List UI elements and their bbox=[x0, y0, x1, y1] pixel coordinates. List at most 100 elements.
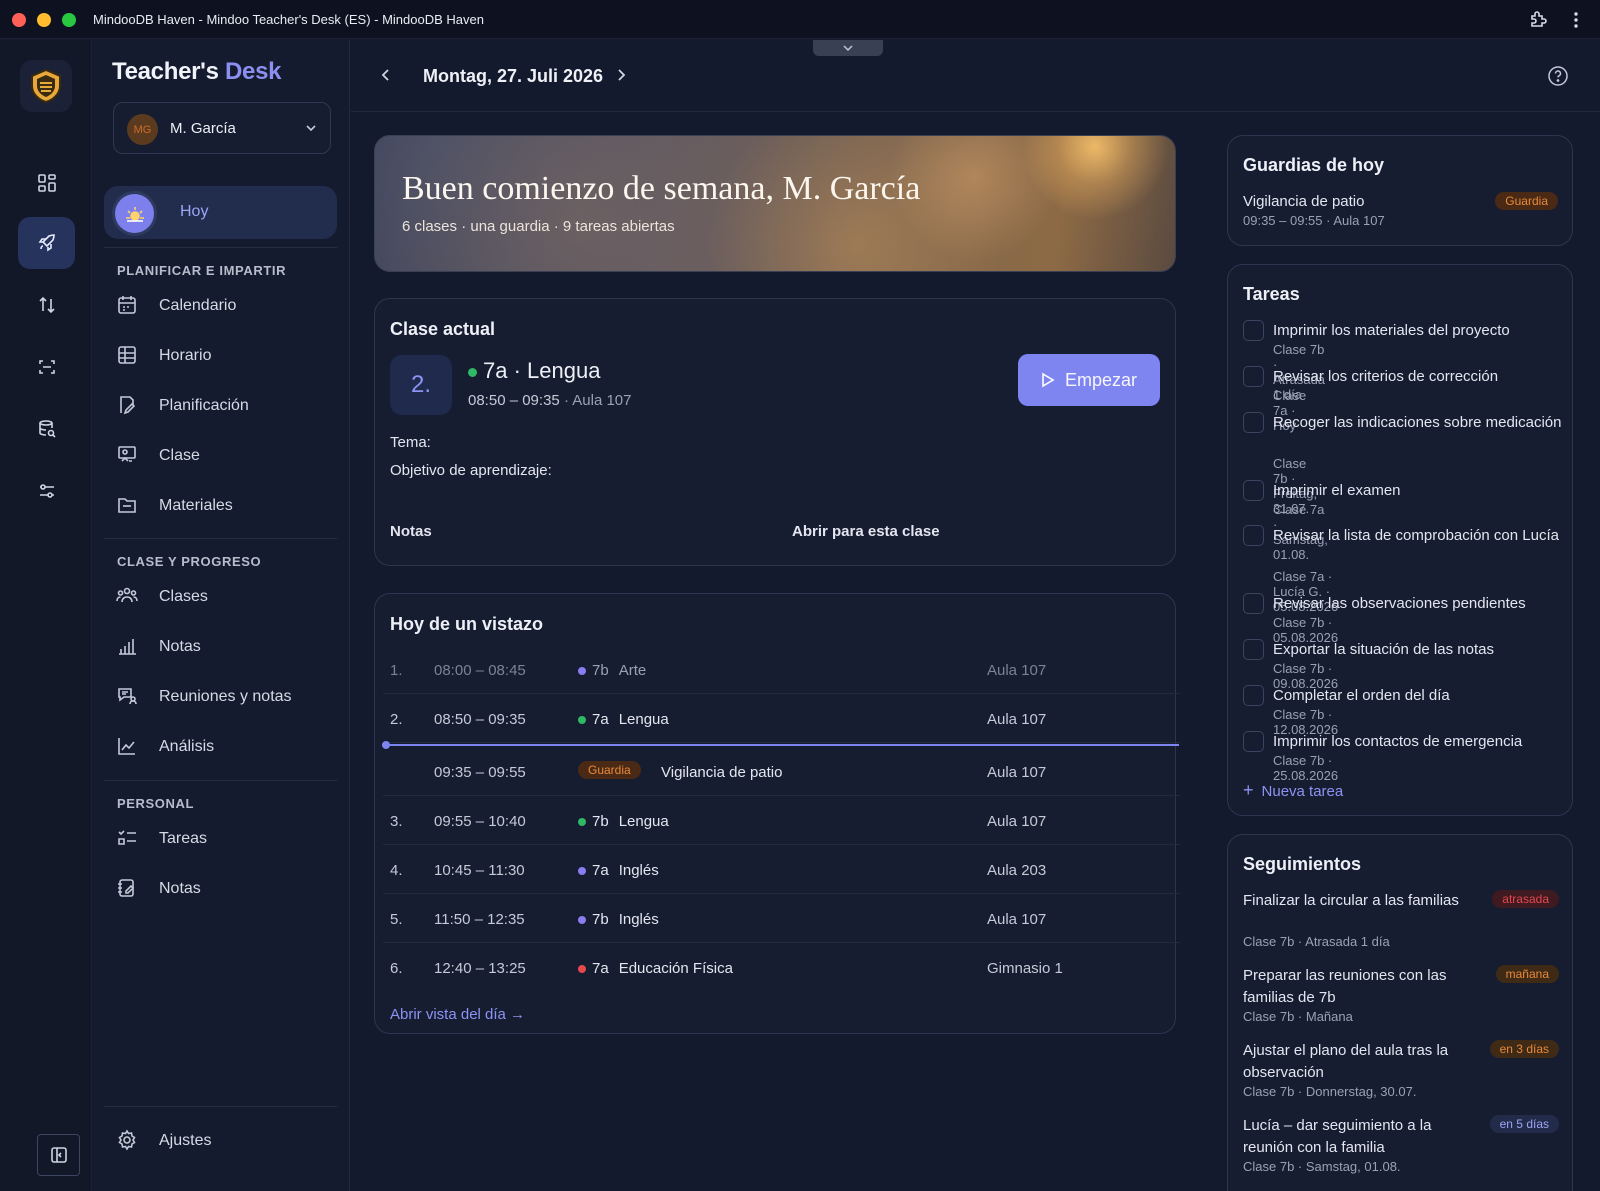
status-dot bbox=[578, 867, 586, 875]
task-checkbox[interactable] bbox=[1243, 366, 1264, 387]
sidebar: Teacher's Desk MG M. García Hoy PLANIFIC… bbox=[92, 40, 350, 1191]
table-row[interactable]: 2. 08:50 – 09:35 7a Lengua Aula 107 bbox=[383, 695, 1180, 743]
task-checkbox[interactable] bbox=[1243, 525, 1264, 546]
more-vertical-icon[interactable] bbox=[1572, 10, 1580, 30]
sidebar-item-label: Notas bbox=[159, 880, 201, 897]
section-heading-plan: PLANIFICAR E IMPARTIR bbox=[117, 263, 287, 278]
rail-database-search-icon[interactable] bbox=[18, 403, 75, 455]
table-row[interactable]: 6. 12:40 – 13:25 7a Educación Física Gimn… bbox=[383, 944, 1180, 992]
pull-tab-chevron-icon[interactable] bbox=[813, 40, 883, 56]
sidebar-item-label: Horario bbox=[159, 347, 212, 364]
rail-dashboard-icon[interactable] bbox=[18, 157, 75, 209]
table-row-duty[interactable]: 09:35 – 09:55 Guardia Vigilancia de pati… bbox=[383, 748, 1180, 796]
divider bbox=[104, 780, 337, 781]
folder-icon bbox=[116, 494, 138, 516]
play-icon bbox=[1042, 372, 1055, 388]
open-day-view-link[interactable]: Abrir vista del día → bbox=[390, 1006, 525, 1023]
lesson-number-badge: 2. bbox=[390, 355, 452, 415]
toggle-sidebar-icon[interactable] bbox=[37, 1134, 80, 1176]
document-edit-icon bbox=[116, 394, 138, 416]
section-heading-personal: PERSONAL bbox=[117, 796, 195, 811]
minimize-window-button[interactable] bbox=[37, 13, 51, 27]
user-selector[interactable]: MG M. García bbox=[113, 102, 331, 154]
card-title: Clase actual bbox=[390, 319, 496, 339]
status-dot bbox=[578, 667, 586, 675]
sidebar-item-label: Ajustes bbox=[159, 1132, 212, 1149]
sidebar-item-calendar[interactable]: Calendario bbox=[116, 291, 336, 321]
current-class-card: Clase actual 2. 7a · Lengua 08:50 – 09:3… bbox=[374, 298, 1176, 566]
status-dot bbox=[578, 916, 586, 924]
start-class-button[interactable]: Empezar bbox=[1018, 354, 1160, 406]
sidebar-item-today[interactable]: Hoy bbox=[104, 186, 337, 239]
sidebar-item-label: Clases bbox=[159, 588, 208, 605]
duty-name[interactable]: Vigilancia de patio bbox=[1243, 193, 1364, 210]
sidebar-item-class[interactable]: Clase bbox=[116, 441, 336, 471]
status-badge: en 3 días bbox=[1489, 1040, 1559, 1058]
grid-table-icon bbox=[116, 344, 138, 366]
task-checkbox[interactable] bbox=[1243, 731, 1264, 752]
app-brand: Teacher's Desk bbox=[112, 58, 282, 85]
extension-icon[interactable] bbox=[1528, 10, 1548, 30]
sidebar-item-materials[interactable]: Materiales bbox=[116, 491, 336, 521]
plus-icon: + bbox=[1243, 780, 1254, 800]
task-checkbox[interactable] bbox=[1243, 593, 1264, 614]
sidebar-item-meetings[interactable]: Reuniones y notas bbox=[116, 682, 336, 712]
task-checkbox[interactable] bbox=[1243, 480, 1264, 501]
sidebar-item-planning[interactable]: Planificación bbox=[116, 391, 336, 421]
next-day-button[interactable] bbox=[614, 67, 628, 83]
tasks-card: Tareas Imprimir los materiales del proye… bbox=[1227, 264, 1573, 816]
current-date: Montag, 27. Juli 2026 bbox=[423, 66, 604, 86]
task-checkbox[interactable] bbox=[1243, 685, 1264, 706]
task-checkbox[interactable] bbox=[1243, 320, 1264, 341]
followup-item[interactable]: Preparar las reuniones con las familias … bbox=[1243, 965, 1559, 1025]
table-row[interactable]: 4. 10:45 – 11:30 7a Inglés Aula 203 bbox=[383, 846, 1180, 894]
notes-label: Notas bbox=[390, 523, 432, 540]
table-row[interactable]: 3. 09:55 – 10:40 7b Lengua Aula 107 bbox=[383, 797, 1180, 845]
followup-item[interactable]: Ajustar el plano del aula tras la observ… bbox=[1243, 1040, 1559, 1100]
section-heading-class: CLASE Y PROGRESO bbox=[117, 554, 262, 569]
status-badge: en 5 días bbox=[1489, 1115, 1559, 1133]
card-title: Guardias de hoy bbox=[1243, 155, 1385, 175]
sidebar-item-schedule[interactable]: Horario bbox=[116, 341, 336, 371]
sidebar-item-analysis[interactable]: Análisis bbox=[116, 732, 336, 762]
rail-sort-icon[interactable] bbox=[18, 279, 75, 331]
rail-scan-icon[interactable] bbox=[18, 341, 75, 393]
status-badge: atrasada bbox=[1492, 890, 1559, 908]
calendar-icon bbox=[116, 294, 138, 316]
zoom-window-button[interactable] bbox=[62, 13, 76, 27]
help-icon[interactable] bbox=[1547, 65, 1569, 87]
followup-item[interactable]: Finalizar la circular a las familias Cla… bbox=[1243, 890, 1559, 950]
class-name: 7a · Lengua bbox=[483, 358, 601, 383]
table-row[interactable]: 5. 11:50 – 12:35 7b Inglés Aula 107 bbox=[383, 895, 1180, 943]
card-title: Tareas bbox=[1243, 284, 1300, 304]
welcome-banner: Buen comienzo de semana, M. García 6 cla… bbox=[374, 135, 1176, 272]
sidebar-item-label: Planificación bbox=[159, 397, 249, 414]
sidebar-item-notes[interactable]: Notas bbox=[116, 874, 336, 904]
table-row[interactable]: 1. 08:00 – 08:45 7b Arte Aula 107 bbox=[383, 646, 1180, 694]
divider bbox=[104, 538, 337, 539]
sidebar-item-settings[interactable]: Ajustes bbox=[116, 1126, 336, 1156]
app-logo[interactable] bbox=[20, 60, 72, 112]
task-checkbox[interactable] bbox=[1243, 412, 1264, 433]
close-window-button[interactable] bbox=[12, 13, 26, 27]
rail-rocket-icon[interactable] bbox=[18, 217, 75, 269]
presentation-icon bbox=[116, 444, 138, 466]
new-task-button[interactable]: + Nueva tarea bbox=[1243, 780, 1343, 801]
task-checkbox[interactable] bbox=[1243, 639, 1264, 660]
sidebar-item-label: Notas bbox=[159, 638, 201, 655]
objective-label: Objetivo de aprendizaje: bbox=[390, 462, 552, 479]
notebook-pen-icon bbox=[116, 877, 138, 899]
previous-day-button[interactable] bbox=[379, 67, 393, 83]
sidebar-item-classes[interactable]: Clases bbox=[116, 582, 336, 612]
followup-item[interactable]: Lucía – dar seguimiento a la reunión con… bbox=[1243, 1115, 1559, 1175]
status-badge: mañana bbox=[1495, 965, 1559, 983]
sidebar-item-tasks[interactable]: Tareas bbox=[116, 824, 336, 854]
rail-settings-sliders-icon[interactable] bbox=[18, 465, 75, 517]
date-navigation-bar: Montag, 27. Juli 2026 bbox=[351, 40, 1600, 112]
window-title: MindooDB Haven - Mindoo Teacher's Desk (… bbox=[93, 12, 484, 27]
open-for-class-link[interactable]: Abrir para esta clase bbox=[792, 523, 940, 540]
title-bar: MindooDB Haven - Mindoo Teacher's Desk (… bbox=[0, 0, 1600, 39]
sidebar-item-grades[interactable]: Notas bbox=[116, 632, 336, 662]
sunrise-icon bbox=[115, 194, 154, 233]
status-dot bbox=[578, 965, 586, 973]
